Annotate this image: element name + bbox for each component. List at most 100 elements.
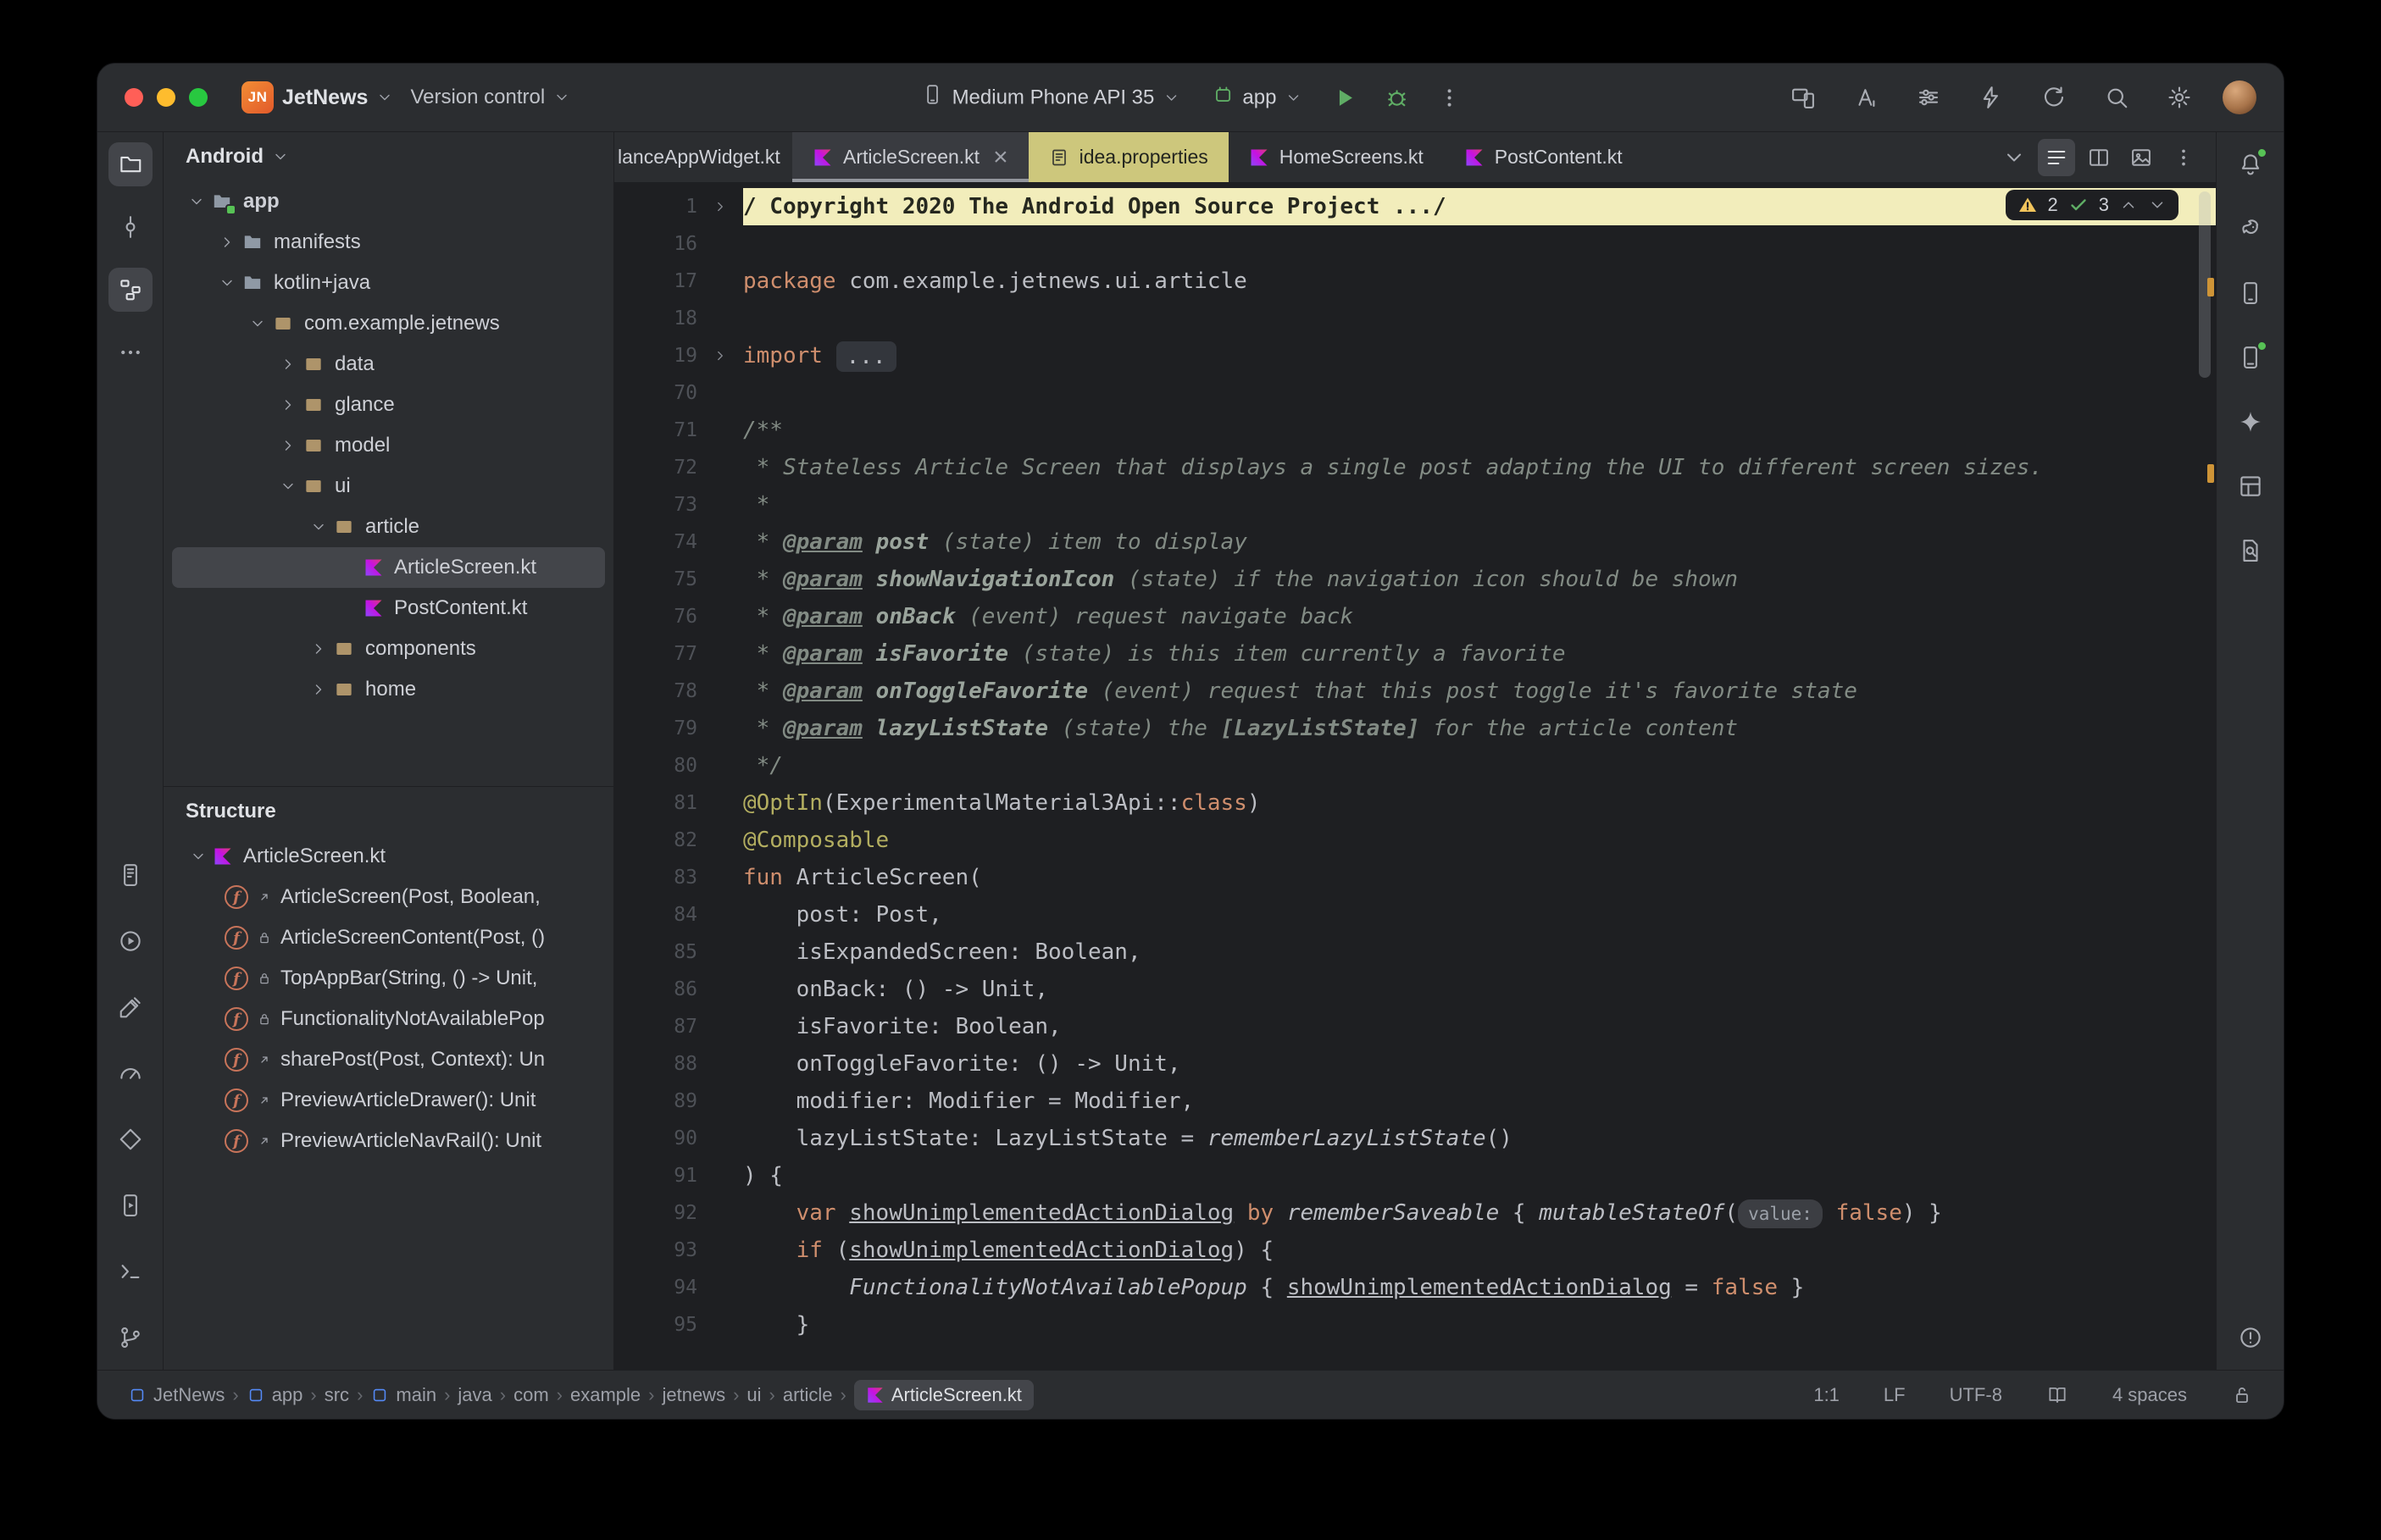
terminal-button[interactable]: [108, 1249, 153, 1293]
breadcrumb-example[interactable]: example: [570, 1384, 641, 1406]
code-line-1[interactable]: 1 / Copyright 2020 The Android Open Sourc…: [614, 188, 2216, 225]
breadcrumb-src[interactable]: src: [325, 1384, 349, 1406]
indent-setting[interactable]: 4 spaces: [2112, 1384, 2187, 1406]
tree-item-PostContent.kt[interactable]: PostContent.kt: [172, 588, 605, 629]
problems-button[interactable]: [2228, 1316, 2273, 1360]
inspections-widget[interactable]: 2 3: [2005, 190, 2178, 220]
structure-button[interactable]: [108, 268, 153, 312]
kebab-icon[interactable]: [2165, 139, 2202, 176]
tab-HomeScreens.kt[interactable]: HomeScreens.kt: [1229, 132, 1444, 182]
services-button[interactable]: [108, 919, 153, 963]
code-line-82[interactable]: 82 @Composable: [614, 822, 2216, 859]
breadcrumb-article[interactable]: article: [783, 1384, 833, 1406]
code-line-87[interactable]: 87 isFavorite: Boolean,: [614, 1008, 2216, 1045]
code-line-86[interactable]: 86 onBack: () -> Unit,: [614, 971, 2216, 1008]
chevron-down-icon[interactable]: [213, 274, 241, 291]
image-icon[interactable]: [2123, 139, 2160, 176]
chevron-down-icon[interactable]: [243, 315, 272, 332]
code-line-73[interactable]: 73 *: [614, 486, 2216, 523]
running-devices-button[interactable]: [2228, 335, 2273, 379]
breadcrumb-ui[interactable]: ui: [746, 1384, 761, 1406]
chevron-right-icon[interactable]: [304, 640, 333, 657]
structure-root[interactable]: ArticleScreen.kt: [172, 836, 605, 877]
code-line-74[interactable]: 74 * @param post (state) item to display: [614, 523, 2216, 561]
device-selector[interactable]: Medium Phone API 35: [913, 79, 1189, 117]
emulator-button[interactable]: [108, 1183, 153, 1227]
run-button[interactable]: [1325, 79, 1363, 116]
tree-item-article[interactable]: article: [172, 507, 605, 547]
chevron-right-icon[interactable]: [274, 356, 302, 373]
code-line-91[interactable]: 91) {: [614, 1157, 2216, 1194]
code-line-18[interactable]: 18: [614, 300, 2216, 337]
breadcrumb-com[interactable]: com: [513, 1384, 549, 1406]
code-line-81[interactable]: 81 @OptIn(ExperimentalMaterial3Api::class…: [614, 784, 2216, 822]
debug-button[interactable]: [1378, 79, 1415, 116]
structure-item[interactable]: f TopAppBar(String, () -> Unit,: [172, 958, 605, 999]
structure-item[interactable]: f PreviewArticleNavRail(): Unit: [172, 1121, 605, 1161]
code-line-92[interactable]: 92 var showUnimplementedActionDialog by …: [614, 1194, 2216, 1232]
settings-icon[interactable]: [2160, 78, 2199, 117]
breadcrumb-app[interactable]: app: [247, 1384, 302, 1406]
tree-item-home[interactable]: home: [172, 669, 605, 710]
build-button[interactable]: [108, 985, 153, 1029]
code-line-72[interactable]: 72 * Stateless Article Screen that displ…: [614, 449, 2216, 486]
code-line-80[interactable]: 80 */: [614, 747, 2216, 784]
code-line-84[interactable]: 84 post: Post,: [614, 896, 2216, 933]
code-line-94[interactable]: 94 FunctionalityNotAvailablePopup { show…: [614, 1269, 2216, 1306]
more-actions-button[interactable]: [1430, 79, 1468, 116]
chevron-down-icon[interactable]: [182, 193, 211, 210]
chevron-right-icon[interactable]: [213, 234, 241, 251]
sliders-icon[interactable]: [1909, 78, 1948, 117]
tree-item-components[interactable]: components: [172, 629, 605, 669]
chevron-down-icon[interactable]: [304, 518, 333, 535]
code-line-70[interactable]: 70: [614, 374, 2216, 412]
chevron-right-icon[interactable]: [274, 437, 302, 454]
tree-item-glance[interactable]: glance: [172, 385, 605, 425]
next-problem-button[interactable]: [2148, 196, 2167, 214]
plugin-icon[interactable]: [1972, 78, 2011, 117]
structure-item[interactable]: f ArticleScreenContent(Post, (): [172, 917, 605, 958]
line-ending[interactable]: LF: [1884, 1384, 1906, 1406]
structure-item[interactable]: f sharePost(Post, Context): Un: [172, 1039, 605, 1080]
chevron-down-icon[interactable]: [184, 848, 213, 865]
chevron-down-icon[interactable]: [1995, 139, 2033, 176]
tree-item-com.example.jetnews[interactable]: com.example.jetnews: [172, 303, 605, 344]
code-line-79[interactable]: 79 * @param lazyListState (state) the [L…: [614, 710, 2216, 747]
tree-item-app[interactable]: app: [172, 181, 605, 222]
code-line-88[interactable]: 88 onToggleFavorite: () -> Unit,: [614, 1045, 2216, 1083]
structure-item[interactable]: f ArticleScreen(Post, Boolean,: [172, 877, 605, 917]
split-icon[interactable]: [2080, 139, 2117, 176]
breadcrumb-jetnews[interactable]: jetnews: [662, 1384, 725, 1406]
chevron-down-icon[interactable]: [274, 478, 302, 495]
structure-item[interactable]: f PreviewArticleDrawer(): Unit: [172, 1080, 605, 1121]
tree-item-ui[interactable]: ui: [172, 466, 605, 507]
tree-item-model[interactable]: model: [172, 425, 605, 466]
close-window-button[interactable]: [125, 88, 143, 107]
tab-PostContent.kt[interactable]: PostContent.kt: [1444, 132, 1643, 182]
chevron-right-icon[interactable]: [304, 681, 333, 698]
code-line-89[interactable]: 89 modifier: Modifier = Modifier,: [614, 1083, 2216, 1120]
code-line-17[interactable]: 17 package com.example.jetnews.ui.article: [614, 263, 2216, 300]
file-encoding[interactable]: UTF-8: [1950, 1384, 2002, 1406]
layout-inspector-button[interactable]: [2228, 464, 2273, 508]
code-line-77[interactable]: 77 * @param isFavorite (state) is this i…: [614, 635, 2216, 673]
close-tab-icon[interactable]: ×: [993, 144, 1008, 170]
tree-item-ArticleScreen.kt[interactable]: ArticleScreen.kt: [172, 547, 605, 588]
search-icon[interactable]: [2097, 78, 2136, 117]
project-switcher[interactable]: JetNews: [274, 80, 402, 115]
breadcrumb-main[interactable]: main: [370, 1384, 436, 1406]
zoom-window-button[interactable]: [189, 88, 208, 107]
app-insights-button[interactable]: [108, 1117, 153, 1161]
chevron-right-icon[interactable]: [274, 396, 302, 413]
breadcrumb-JetNews[interactable]: JetNews: [128, 1384, 225, 1406]
tab-lanceAppWidget.kt[interactable]: lanceAppWidget.kt: [614, 132, 792, 182]
code-line-85[interactable]: 85 isExpandedScreen: Boolean,: [614, 933, 2216, 971]
gradle-button[interactable]: [2228, 207, 2273, 251]
tree-item-kotlin+java[interactable]: kotlin+java: [172, 263, 605, 303]
tree-item-manifests[interactable]: manifests: [172, 222, 605, 263]
code-line-19[interactable]: 19 import ...: [614, 337, 2216, 374]
list-icon[interactable]: [2038, 138, 2075, 176]
fold-marker-icon[interactable]: [697, 337, 743, 374]
find-document-button[interactable]: [2228, 529, 2273, 573]
more-button[interactable]: [108, 330, 153, 374]
